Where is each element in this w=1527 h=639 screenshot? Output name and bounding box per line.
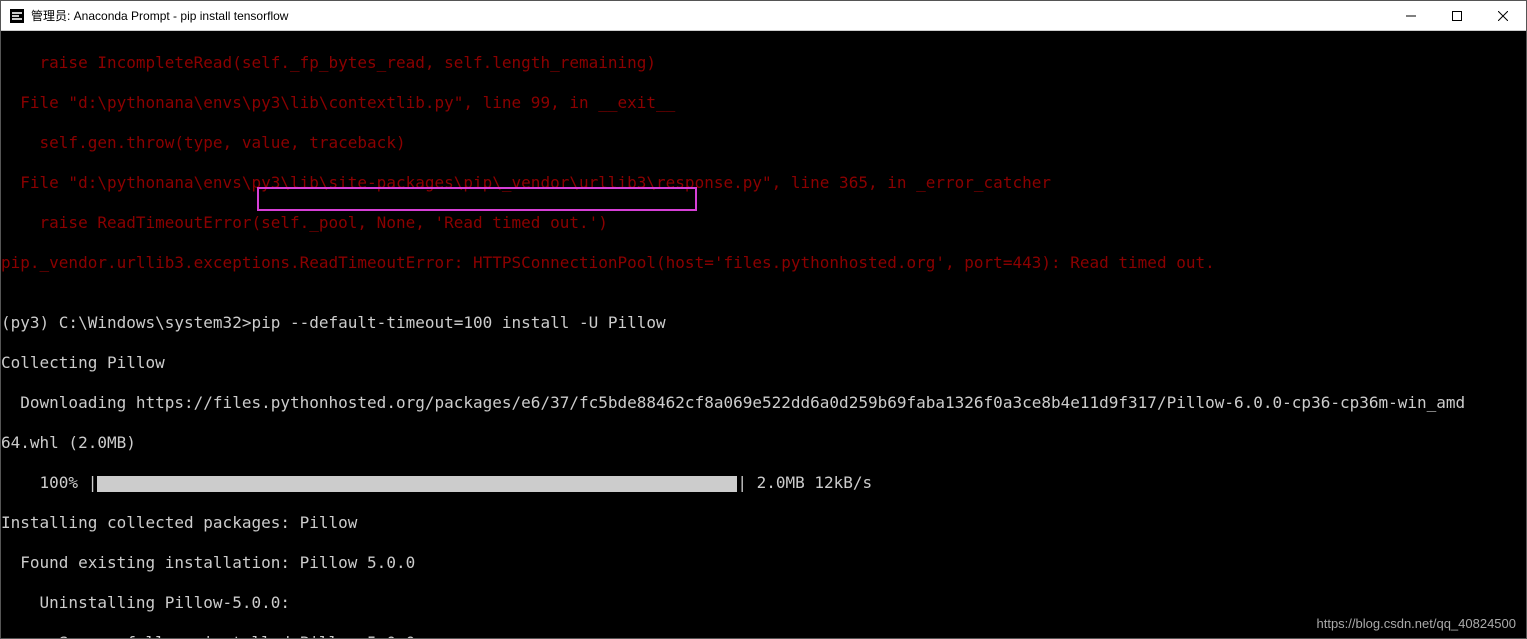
progress-line: 100% | | 2.0MB 12kB/s	[1, 473, 1526, 493]
terminal-output[interactable]: raise IncompleteRead(self._fp_bytes_read…	[1, 31, 1526, 638]
output-line: Downloading https://files.pythonhosted.o…	[1, 393, 1526, 413]
prompt-prefix: (py3) C:\Windows\system32>	[1, 313, 251, 332]
progress-percent: 100% |	[1, 473, 97, 492]
output-line: Uninstalling Pillow-5.0.0:	[1, 593, 1526, 613]
progress-tail: | 2.0MB 12kB/s	[737, 473, 872, 492]
titlebar[interactable]: 管理员: Anaconda Prompt - pip install tenso…	[1, 1, 1526, 31]
maximize-button[interactable]	[1434, 1, 1480, 31]
window-frame: 管理员: Anaconda Prompt - pip install tenso…	[0, 0, 1527, 639]
error-line: raise IncompleteRead(self._fp_bytes_read…	[1, 53, 1526, 73]
output-line: Successfully uninstalled Pillow-5.0.0	[1, 633, 1526, 638]
prompt-line: (py3) C:\Windows\system32>pip --default-…	[1, 313, 1526, 333]
error-line: self.gen.throw(type, value, traceback)	[1, 133, 1526, 153]
error-line: File "d:\pythonana\envs\py3\lib\contextl…	[1, 93, 1526, 113]
window-title: 管理员: Anaconda Prompt - pip install tenso…	[31, 7, 288, 24]
output-line: 64.whl (2.0MB)	[1, 433, 1526, 453]
output-line: Installing collected packages: Pillow	[1, 513, 1526, 533]
minimize-button[interactable]	[1388, 1, 1434, 31]
close-button[interactable]	[1480, 1, 1526, 31]
app-icon	[9, 8, 25, 24]
watermark-text: https://blog.csdn.net/qq_40824500	[1317, 614, 1517, 634]
progress-bar-filled	[97, 476, 737, 492]
error-line: File "d:\pythonana\envs\py3\lib\site-pac…	[1, 173, 1526, 193]
error-line: pip._vendor.urllib3.exceptions.ReadTimeo…	[1, 253, 1526, 273]
error-line: raise ReadTimeoutError(self._pool, None,…	[1, 213, 1526, 233]
output-line: Found existing installation: Pillow 5.0.…	[1, 553, 1526, 573]
output-line: Collecting Pillow	[1, 353, 1526, 373]
prompt-command: pip --default-timeout=100 install -U Pil…	[251, 313, 665, 332]
